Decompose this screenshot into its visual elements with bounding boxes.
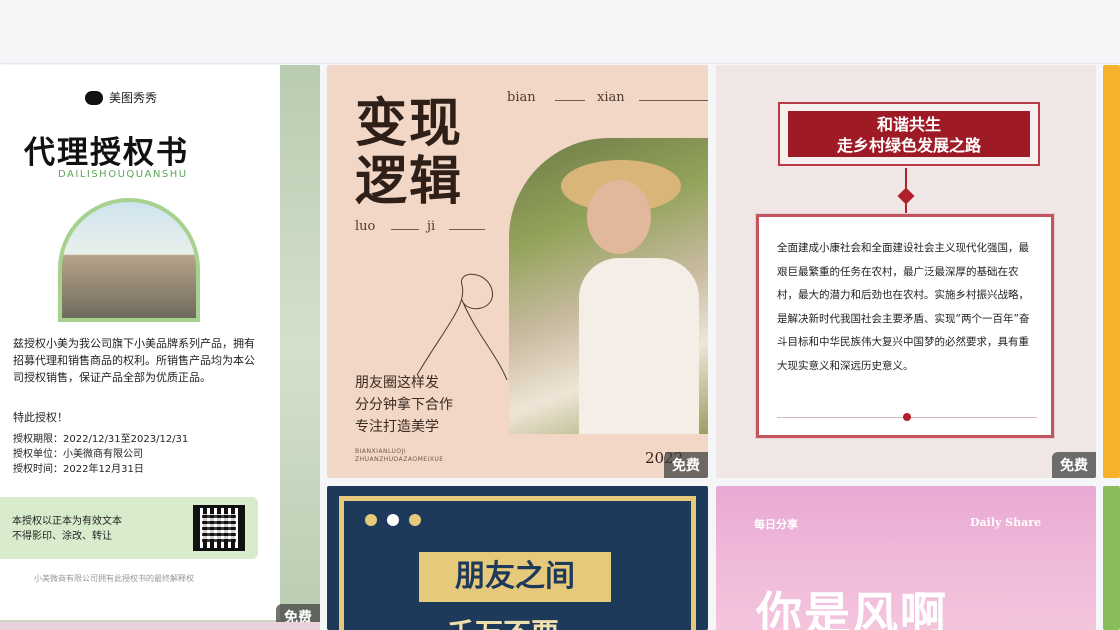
pinyin: ji: [427, 219, 436, 234]
card-title: 朋友之间: [419, 552, 611, 602]
title-line: 逻辑: [355, 151, 464, 212]
banner-line: 和谐共生: [876, 115, 941, 134]
dot-ornament-icon: [903, 413, 911, 421]
card-subtitle: DAILISHOUQUANSHU: [58, 169, 188, 180]
card-title: 你是风啊: [756, 587, 948, 630]
info-block: 授权期限：2022/12/31至2023/12/31 授权单位：小美微商有限公司…: [13, 432, 188, 477]
divider: [449, 229, 485, 230]
template-card-daily-share[interactable]: 每日分享 Daily Share 你是风啊: [716, 486, 1096, 630]
diamond-ornament-icon: [897, 187, 915, 205]
dot-icon: [409, 514, 421, 526]
slogan-line: 朋友圈这样发: [355, 375, 439, 391]
partial-card-right-bottom[interactable]: [1103, 486, 1120, 630]
left-label: 每日分享: [754, 518, 798, 531]
note-line: 本授权以正本为有效文本: [12, 516, 122, 527]
template-card-rural[interactable]: 和谐共生 走乡村绿色发展之路 全面建成小康社会和全面建设社会主义现代化强国，最艰…: [716, 65, 1096, 478]
cut-text: 千万不要: [447, 612, 559, 630]
banner-line: 走乡村绿色发展之路: [836, 136, 981, 155]
title-banner: 和谐共生 走乡村绿色发展之路: [778, 102, 1040, 166]
photo-woman: [509, 138, 708, 434]
rose-line-art: [416, 273, 508, 381]
qr-code-icon: [193, 505, 245, 551]
note-line: 不得影印、涂改、转让: [12, 531, 112, 542]
leaf-background: [280, 65, 320, 630]
pinyin: xian: [597, 90, 625, 105]
dress-shape: [579, 258, 699, 434]
info-line: 授权期限：2022/12/31至2023/12/31: [13, 434, 189, 445]
template-card-monetization[interactable]: 变现 逻辑 bian xian luo ji 朋友圈这样发 分分钟拿下合作 专注…: [327, 65, 708, 478]
document-page: 美图秀秀 代理授权书 DAILISHOUQUANSHU 兹授权小美为我公司旗下小…: [0, 65, 280, 620]
brand-name: 美图秀秀: [109, 91, 158, 105]
template-card-friends[interactable]: 朋友之间 千万不要: [327, 486, 708, 630]
divider: [391, 229, 419, 230]
meitu-logo-icon: [85, 90, 103, 105]
face-shape: [587, 180, 651, 254]
body-text: 兹授权小美为我公司旗下小美品牌系列产品，拥有招募代理和销售商品的权利。所销售产品…: [13, 337, 255, 384]
tiny-caption: BIANXIANLUOJI ZHUANZHUDAZAOMEIXUE: [355, 448, 444, 464]
right-label: Daily Share: [970, 516, 1042, 529]
template-card-authorization[interactable]: 美图秀秀 代理授权书 DAILISHOUQUANSHU 兹授权小美为我公司旗下小…: [0, 65, 320, 630]
partial-card-strip: [0, 622, 320, 630]
dot-icon: [365, 514, 377, 526]
slogan-lines: 朋友圈这样发 分分钟拿下合作 专注打造美学: [355, 372, 453, 438]
slogan-line: 分分钟拿下合作: [355, 397, 453, 413]
info-line: 授权时间：2022年12月31日: [13, 464, 144, 475]
card-title: 代理授权书: [24, 135, 189, 171]
footer-text: 小美微商有限公司拥有此授权书的最终解释权: [34, 574, 194, 583]
info-line: 授权单位：小美微商有限公司: [13, 449, 143, 460]
card-title: 变现 逻辑: [355, 95, 495, 211]
top-bar: [0, 0, 1120, 64]
free-badge: 免费: [664, 452, 708, 478]
brand: 美图秀秀: [85, 89, 157, 106]
free-badge: 免费: [1052, 452, 1096, 478]
partial-card-right[interactable]: [1103, 65, 1120, 478]
house-photo: [58, 198, 200, 322]
pinyin: bian: [507, 90, 536, 105]
tiny-line: BIANXIANLUOJI: [355, 448, 407, 455]
dot-icon: [387, 514, 399, 526]
divider: [639, 100, 708, 101]
slogan-line: 专注打造美学: [355, 419, 439, 435]
divider: [555, 100, 585, 101]
tiny-line: ZHUANZHUDAZAOMEIXUE: [355, 456, 444, 463]
note-box: 本授权以正本为有效文本 不得影印、涂改、转让: [0, 497, 258, 559]
body-text: 全面建成小康社会和全面建设社会主义现代化强国，最艰巨最繁重的任务在农村，最广泛最…: [777, 242, 1030, 372]
pinyin: luo: [355, 219, 376, 234]
special-text: 特此授权！: [13, 411, 68, 424]
text-box: 全面建成小康社会和全面建设社会主义现代化强国，最艰巨最繁重的任务在农村，最广泛最…: [756, 214, 1054, 438]
title-line: 变现: [355, 93, 464, 154]
